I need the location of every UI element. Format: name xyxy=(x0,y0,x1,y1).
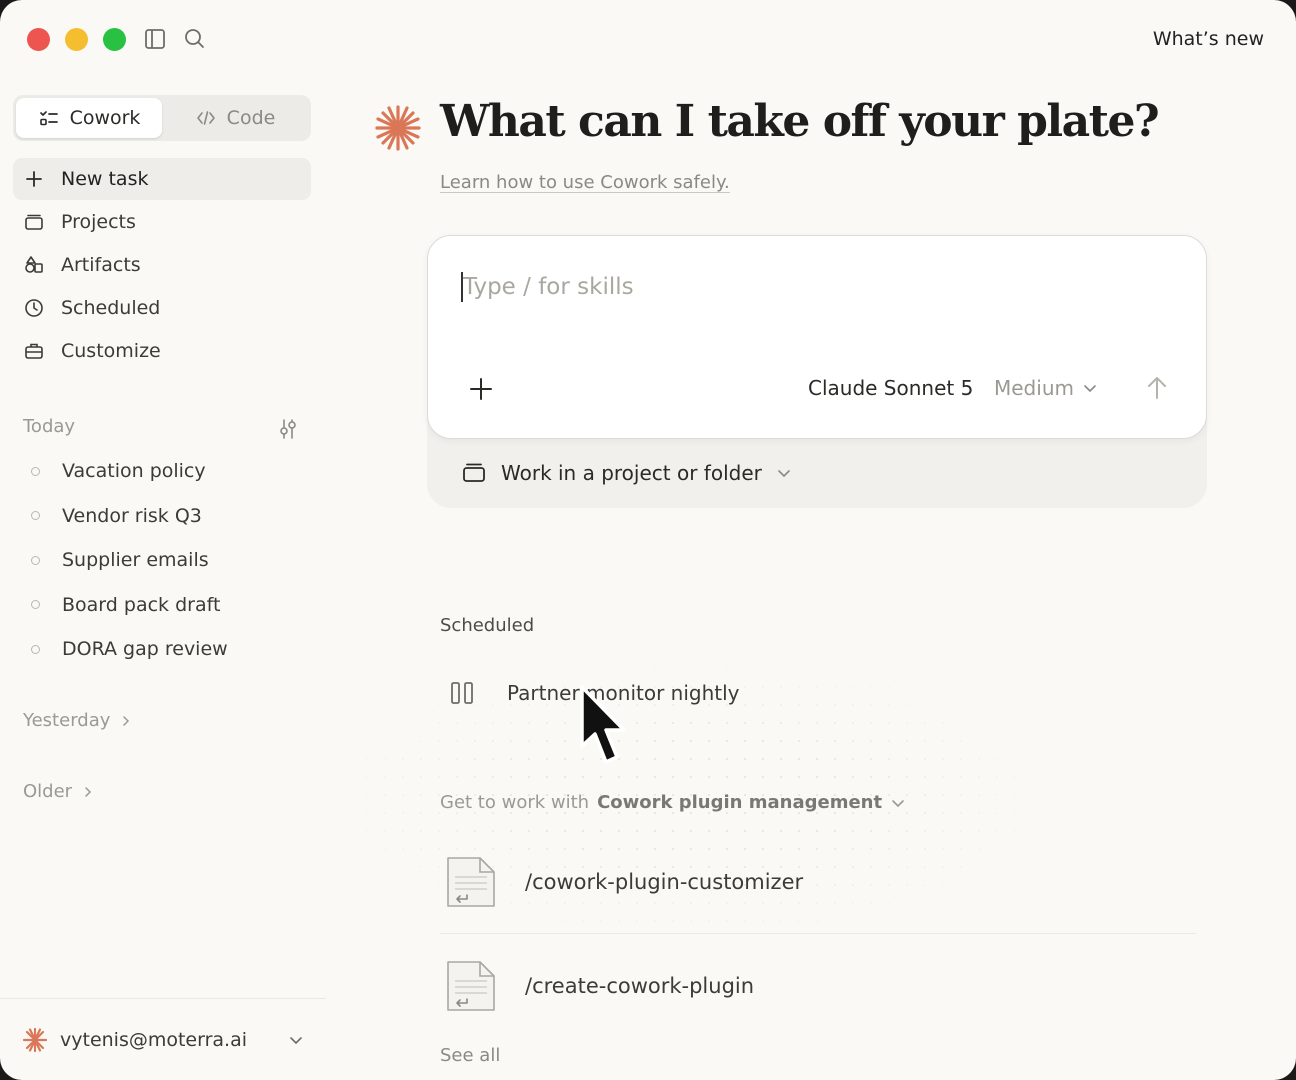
effort-label: Medium xyxy=(994,376,1074,400)
project-folder-selector[interactable]: Work in a project or folder xyxy=(461,460,792,486)
task-status-icon xyxy=(31,600,40,610)
task-title: Supplier emails xyxy=(62,549,209,572)
model-selector[interactable]: Claude Sonnet 5 xyxy=(808,376,973,400)
older-label: Older xyxy=(23,781,73,802)
task-status-icon xyxy=(31,511,40,521)
projects-icon xyxy=(25,214,43,230)
filter-icon[interactable] xyxy=(275,416,301,442)
list-item[interactable]: Vacation policy xyxy=(23,449,313,494)
account-menu[interactable]: vytenis@moterra.ai xyxy=(22,1022,304,1058)
list-item[interactable]: DORA gap review xyxy=(23,627,313,672)
sidebar: Cowork Code New task Projects Artifacts … xyxy=(0,70,326,1080)
today-list: Vacation policy Vendor risk Q3 Supplier … xyxy=(23,449,313,672)
sidebar-item-customize[interactable]: Customize xyxy=(13,330,311,372)
sidebar-divider xyxy=(0,998,326,999)
chevron-down-icon xyxy=(778,470,790,478)
list-item[interactable]: Board pack draft xyxy=(23,583,313,628)
sidebar-item-label: Scheduled xyxy=(61,297,161,319)
claude-logo-icon xyxy=(375,105,421,151)
skill-item[interactable]: /create-cowork-plugin xyxy=(445,956,1195,1016)
effort-selector[interactable]: Medium xyxy=(994,376,1098,400)
plus-icon xyxy=(26,171,42,187)
mode-code-button[interactable]: Code xyxy=(162,98,308,138)
artifacts-icon xyxy=(25,256,43,273)
older-section-toggle[interactable]: Older xyxy=(23,781,94,802)
zoom-window-button[interactable] xyxy=(103,28,126,51)
plugin-name: Cowork plugin management xyxy=(597,792,883,813)
plugin-prefix: Get to work with xyxy=(440,792,590,813)
app-window: What’s new Cowork Code New task Projects… xyxy=(0,0,1296,1080)
add-attachment-icon[interactable] xyxy=(468,376,494,402)
checklist-icon xyxy=(39,111,58,126)
skill-item[interactable]: /cowork-plugin-customizer xyxy=(445,852,1195,912)
task-status-icon xyxy=(31,555,40,565)
mouse-pointer-icon xyxy=(580,685,626,764)
page-title: What can I take off your plate? xyxy=(440,96,1160,147)
mode-cowork-button[interactable]: Cowork xyxy=(16,98,162,138)
claude-logo-icon xyxy=(22,1027,48,1053)
task-title: Vacation policy xyxy=(62,460,206,483)
account-email: vytenis@moterra.ai xyxy=(60,1029,248,1051)
sidebar-nav: New task Projects Artifacts Scheduled Cu… xyxy=(13,158,311,373)
pause-icon[interactable] xyxy=(447,678,477,708)
composer: Type / for skills Claude Sonnet 5 Medium xyxy=(427,235,1207,439)
list-divider xyxy=(440,933,1196,934)
window-controls xyxy=(27,28,126,51)
mode-toggle: Cowork Code xyxy=(13,95,311,141)
list-item[interactable]: Vendor risk Q3 xyxy=(23,494,313,539)
chevron-down-icon xyxy=(1084,385,1096,393)
task-title: Board pack draft xyxy=(62,593,221,616)
see-all-link[interactable]: See all xyxy=(440,1045,500,1066)
prompt-input[interactable]: Type / for skills xyxy=(461,272,634,302)
sidebar-item-artifacts[interactable]: Artifacts xyxy=(13,244,311,286)
code-icon xyxy=(196,111,215,125)
plugin-selector[interactable]: Get to work with Cowork plugin managemen… xyxy=(440,792,906,813)
task-title: DORA gap review xyxy=(62,638,228,661)
today-section-label: Today xyxy=(23,416,76,437)
sidebar-item-scheduled[interactable]: Scheduled xyxy=(13,287,311,329)
skill-command: /create-cowork-plugin xyxy=(525,974,755,998)
skill-command: /cowork-plugin-customizer xyxy=(525,870,804,894)
projects-icon xyxy=(463,463,485,482)
document-command-icon xyxy=(447,961,495,1011)
chevron-down-icon xyxy=(290,1037,302,1045)
briefcase-icon xyxy=(25,343,43,359)
sidebar-item-label: Customize xyxy=(61,340,161,362)
chevron-right-icon xyxy=(85,786,92,797)
chevron-right-icon xyxy=(123,715,130,726)
send-arrow-icon[interactable] xyxy=(1143,374,1171,402)
search-icon[interactable] xyxy=(182,26,208,52)
sidebar-item-label: Artifacts xyxy=(61,254,141,276)
clock-icon xyxy=(25,299,43,317)
safety-link[interactable]: Learn how to use Cowork safely. xyxy=(440,172,730,193)
sidebar-item-label: Projects xyxy=(61,211,136,233)
task-title: Vendor risk Q3 xyxy=(62,504,202,527)
whats-new-link[interactable]: What’s new xyxy=(1153,28,1264,50)
project-selector-label: Work in a project or folder xyxy=(501,461,762,485)
document-command-icon xyxy=(447,857,495,907)
task-status-icon xyxy=(31,466,40,476)
yesterday-label: Yesterday xyxy=(23,710,111,731)
task-status-icon xyxy=(31,644,40,654)
scheduled-section-label: Scheduled xyxy=(440,615,535,636)
sidebar-item-label: New task xyxy=(61,168,149,190)
chevron-down-icon xyxy=(892,799,904,807)
close-window-button[interactable] xyxy=(27,28,50,51)
sidebar-item-new-task[interactable]: New task xyxy=(13,158,311,200)
minimize-window-button[interactable] xyxy=(65,28,88,51)
sidebar-item-projects[interactable]: Projects xyxy=(13,201,311,243)
list-item[interactable]: Supplier emails xyxy=(23,538,313,583)
sidebar-toggle-icon[interactable] xyxy=(142,26,168,52)
yesterday-section-toggle[interactable]: Yesterday xyxy=(23,710,132,731)
mode-cowork-label: Cowork xyxy=(69,107,141,129)
mode-code-label: Code xyxy=(226,107,276,129)
